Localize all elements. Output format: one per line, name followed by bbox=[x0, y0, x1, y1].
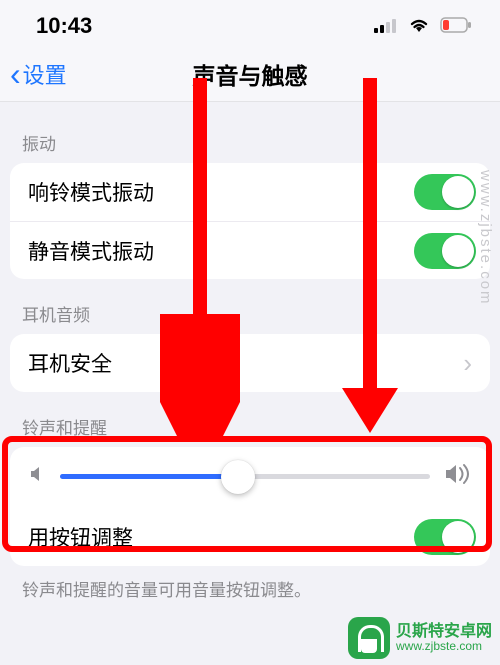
status-bar: 10:43 bbox=[0, 0, 500, 46]
status-time: 10:43 bbox=[36, 13, 92, 39]
back-label: 设置 bbox=[23, 58, 67, 90]
chevron-right-icon: › bbox=[463, 348, 472, 379]
chevron-left-icon: ‹ bbox=[10, 58, 21, 90]
group-headphone: 耳机安全 › bbox=[10, 334, 490, 392]
speaker-high-icon bbox=[444, 463, 472, 490]
brand-name: 贝斯特安卓网 bbox=[396, 623, 492, 641]
group-vibration: 响铃模式振动 静音模式振动 bbox=[10, 163, 490, 279]
row-silent-vibrate[interactable]: 静音模式振动 bbox=[10, 221, 490, 279]
toggle-ring-vibrate[interactable] bbox=[414, 174, 476, 210]
section-header-headphone: 耳机音频 bbox=[0, 279, 500, 334]
brand-url: www.zjbste.com bbox=[396, 640, 492, 653]
section-header-vibration: 振动 bbox=[0, 108, 500, 163]
battery-icon bbox=[440, 13, 472, 39]
watermark: www.zjbste.com bbox=[477, 170, 494, 306]
back-button[interactable]: ‹ 设置 bbox=[0, 58, 67, 90]
content: 振动 响铃模式振动 静音模式振动 耳机音频 耳机安全 › 铃声和提醒 bbox=[0, 102, 500, 601]
brand-badge: 贝斯特安卓网 www.zjbste.com bbox=[348, 617, 492, 659]
slider-fill bbox=[60, 474, 238, 479]
row-button-adjust[interactable]: 用按钮调整 bbox=[10, 508, 490, 566]
page-title: 声音与触感 bbox=[193, 57, 308, 91]
wifi-icon bbox=[408, 13, 430, 39]
row-label: 响铃模式振动 bbox=[28, 177, 154, 207]
row-ring-vibrate[interactable]: 响铃模式振动 bbox=[10, 163, 490, 221]
toggle-button-adjust[interactable] bbox=[414, 519, 476, 555]
section-header-ringer: 铃声和提醒 bbox=[0, 392, 500, 447]
row-label: 用按钮调整 bbox=[28, 522, 133, 552]
group-ringer: 用按钮调整 bbox=[10, 447, 490, 566]
row-label: 静音模式振动 bbox=[28, 236, 154, 266]
status-icons bbox=[374, 13, 472, 39]
toggle-silent-vibrate[interactable] bbox=[414, 233, 476, 269]
nav-bar: ‹ 设置 声音与触感 bbox=[0, 46, 500, 102]
brand-icon bbox=[348, 617, 390, 659]
slider-thumb[interactable] bbox=[221, 460, 255, 494]
signal-icon bbox=[374, 13, 398, 39]
row-headphone-safety[interactable]: 耳机安全 › bbox=[10, 334, 490, 392]
footer-text: 铃声和提醒的音量可用音量按钮调整。 bbox=[0, 566, 500, 601]
row-volume-slider bbox=[10, 447, 490, 508]
speaker-low-icon bbox=[28, 465, 46, 488]
row-label: 耳机安全 bbox=[28, 348, 112, 378]
volume-slider[interactable] bbox=[60, 474, 430, 479]
